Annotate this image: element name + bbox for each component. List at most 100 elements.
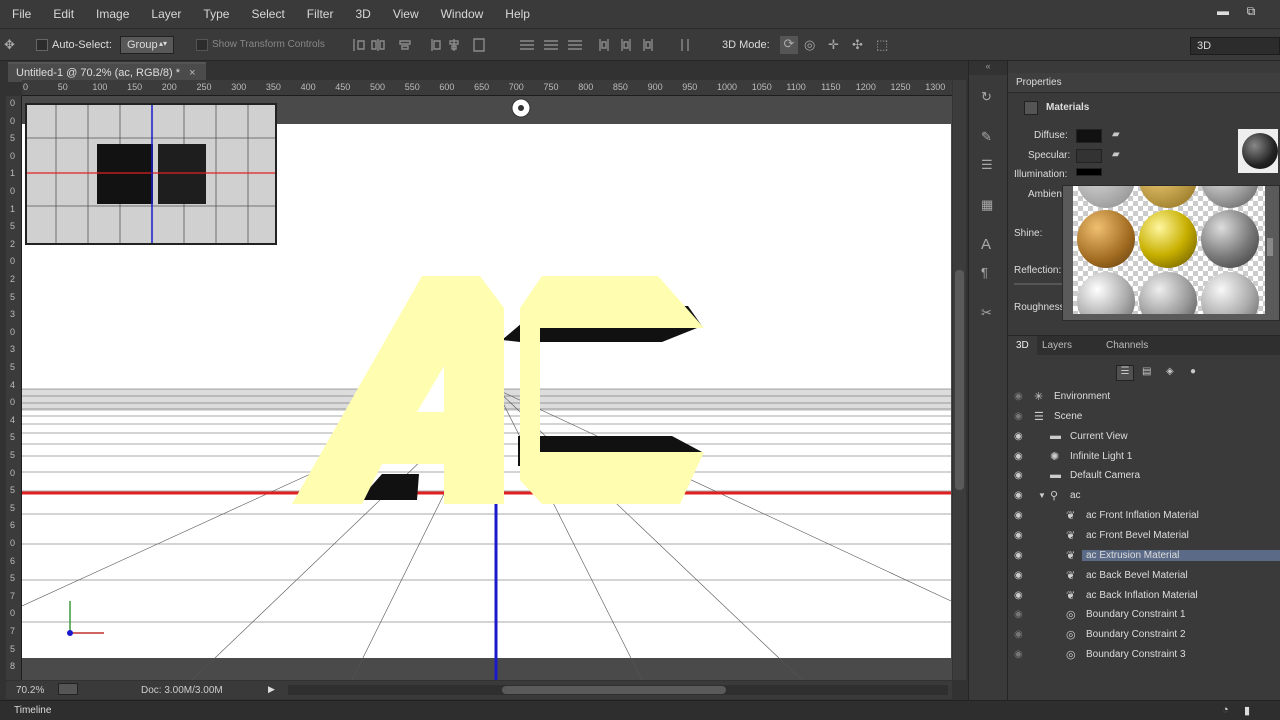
scene-row[interactable]: ◉ ▬ Current View (1008, 427, 1280, 447)
doc-info[interactable]: Doc: 3.00M/3.00M (141, 685, 223, 696)
menu-image[interactable]: Image (85, 7, 140, 21)
scene-filter-icon[interactable]: ☰ (1116, 365, 1134, 381)
visibility-eye-icon[interactable]: ◉ (1014, 590, 1023, 601)
show-transform-checkbox[interactable] (196, 39, 208, 52)
ruler-v-tick: 5 (10, 221, 16, 232)
visibility-eye-icon[interactable]: ◉ (1014, 649, 1023, 660)
share-icon[interactable] (58, 683, 78, 695)
visibility-eye-icon[interactable]: ◉ (1014, 609, 1023, 620)
visibility-eye-icon[interactable]: ◉ (1014, 391, 1023, 402)
delete-icon[interactable]: ▮ (1244, 704, 1250, 717)
visibility-eye-icon[interactable]: ◉ (1014, 530, 1023, 541)
material-plastic[interactable] (1201, 272, 1259, 314)
secondary-view[interactable] (25, 103, 277, 245)
roll-3d-icon[interactable]: ◎ (804, 37, 815, 53)
scene-row[interactable]: ◉ ✺ Infinite Light 1 (1008, 447, 1280, 467)
properties-tab[interactable]: Properties (1016, 77, 1062, 88)
close-tab-icon[interactable]: × (189, 67, 195, 79)
light-bulb-icon[interactable]: ◔ (1222, 704, 1229, 716)
visibility-eye-icon[interactable]: ◉ (1014, 570, 1023, 581)
diffuse-swatch[interactable] (1076, 129, 1102, 143)
menu-window[interactable]: Window (430, 7, 495, 21)
material-picker[interactable] (1062, 185, 1280, 321)
scene-row[interactable]: ◉ ❦ ac Back Inflation Material (1008, 586, 1280, 606)
drag-3d-icon[interactable]: ✛ (828, 37, 839, 53)
scene-row[interactable]: ◉ ☰ Scene (1008, 407, 1280, 427)
scale-3d-icon[interactable]: ⬚ (876, 37, 888, 53)
visibility-eye-icon[interactable]: ◉ (1014, 510, 1023, 521)
menu-type[interactable]: Type (192, 7, 240, 21)
material-gold[interactable] (1139, 210, 1197, 268)
mesh-filter-icon[interactable]: ▤ (1142, 366, 1151, 377)
visibility-eye-icon[interactable]: ◉ (1014, 411, 1023, 422)
history-icon[interactable]: ↻ (981, 89, 992, 105)
scene-row[interactable]: ◉ ▼ ⚲ ac (1008, 486, 1280, 506)
panel-tab-channels[interactable]: Channels (1098, 336, 1156, 356)
scene-row[interactable]: ◉ ❦ ac Front Inflation Material (1008, 506, 1280, 526)
adjustments-icon[interactable]: ☰ (981, 157, 993, 173)
rotate-3d-icon[interactable]: ⟳ (780, 36, 798, 54)
canvas-3d-viewport[interactable] (22, 96, 952, 680)
paragraph-icon[interactable]: ¶ (981, 265, 988, 281)
menu-select[interactable]: Select (240, 7, 295, 21)
scene-row[interactable]: ◉ ◎ Boundary Constraint 3 (1008, 645, 1280, 665)
visibility-eye-icon[interactable]: ◉ (1014, 490, 1023, 501)
scene-row[interactable]: ◉ ✳ Environment (1008, 387, 1280, 407)
align-distribute-icons[interactable] (350, 37, 690, 53)
auto-select-checkbox[interactable] (36, 39, 48, 52)
picker-scrollbar[interactable] (1267, 238, 1273, 256)
status-menu-arrow-icon[interactable]: ▶ (268, 684, 275, 695)
visibility-eye-icon[interactable]: ◉ (1014, 629, 1023, 640)
illumination-swatch[interactable] (1076, 168, 1102, 176)
scene-row[interactable]: ◉ ❦ ac Extrusion Material (1008, 546, 1280, 566)
move-tool-icon[interactable]: ✥ (4, 37, 15, 53)
scene-row[interactable]: ◉ ❦ ac Front Bevel Material (1008, 526, 1280, 546)
material-preview[interactable] (1238, 129, 1278, 173)
visibility-eye-icon[interactable]: ◉ (1014, 431, 1023, 442)
menu-filter[interactable]: Filter (296, 7, 345, 21)
scene-row[interactable]: ◉ ❦ ac Back Bevel Material (1008, 566, 1280, 586)
minimize-button[interactable]: ▬ (1212, 4, 1234, 20)
menu-edit[interactable]: Edit (42, 7, 85, 21)
horizontal-scrollbar[interactable] (288, 685, 948, 695)
workspace-switcher[interactable]: 3D (1190, 37, 1280, 55)
character-icon[interactable]: A (981, 237, 991, 253)
collapse-icon[interactable]: « (969, 61, 1007, 75)
scene-row[interactable]: ◉ ◎ Boundary Constraint 1 (1008, 605, 1280, 625)
scene-row[interactable]: ◉ ▬ Default Camera (1008, 466, 1280, 486)
panel-tab-layers[interactable]: Layers (1034, 336, 1080, 356)
specular-folder-icon[interactable]: ▰ (1112, 149, 1120, 160)
panel-tab-3d[interactable]: 3D (1008, 336, 1037, 356)
material-filter-icon[interactable]: ◈ (1166, 366, 1174, 377)
expand-arrow-icon[interactable]: ▼ (1038, 491, 1046, 500)
diffuse-folder-icon[interactable]: ▰ (1112, 129, 1120, 140)
reflection-slider[interactable] (1014, 283, 1064, 285)
material-copper[interactable] (1077, 210, 1135, 268)
slide-3d-icon[interactable]: ✣ (852, 37, 863, 53)
light-filter-icon[interactable]: ● (1190, 366, 1196, 377)
specular-swatch[interactable] (1076, 149, 1102, 163)
material-silver[interactable] (1139, 272, 1197, 314)
document-tab[interactable]: Untitled-1 @ 70.2% (ac, RGB/8) * × (8, 62, 206, 82)
visibility-eye-icon[interactable]: ◉ (1014, 550, 1023, 561)
visibility-eye-icon[interactable]: ◉ (1014, 451, 1023, 462)
ruler-v-tick: 0 (10, 397, 16, 408)
timeline-bar[interactable]: Timeline ◔ ▮ (0, 700, 1280, 720)
menu-file[interactable]: File (0, 7, 42, 21)
menu-layer[interactable]: Layer (140, 7, 192, 21)
vertical-scrollbar[interactable] (953, 80, 966, 680)
brush-icon[interactable]: ✎ (981, 129, 992, 145)
zoom-level[interactable]: 70.2% (16, 685, 44, 696)
menu-help[interactable]: Help (494, 7, 541, 21)
scene-row[interactable]: ◉ ◎ Boundary Constraint 2 (1008, 625, 1280, 645)
material-chrome[interactable] (1077, 272, 1135, 314)
3d-scene[interactable] (22, 96, 952, 680)
menu-view[interactable]: View (382, 7, 430, 21)
styles-icon[interactable]: ▦ (981, 197, 993, 213)
material-steel[interactable] (1201, 210, 1259, 268)
menu-3d[interactable]: 3D (344, 7, 381, 21)
restore-button[interactable]: ⧉ (1240, 4, 1262, 20)
visibility-eye-icon[interactable]: ◉ (1014, 470, 1023, 481)
auto-select-dropdown[interactable]: Group ▴▾ (120, 36, 174, 54)
tools-icon[interactable]: ✂ (981, 305, 992, 321)
